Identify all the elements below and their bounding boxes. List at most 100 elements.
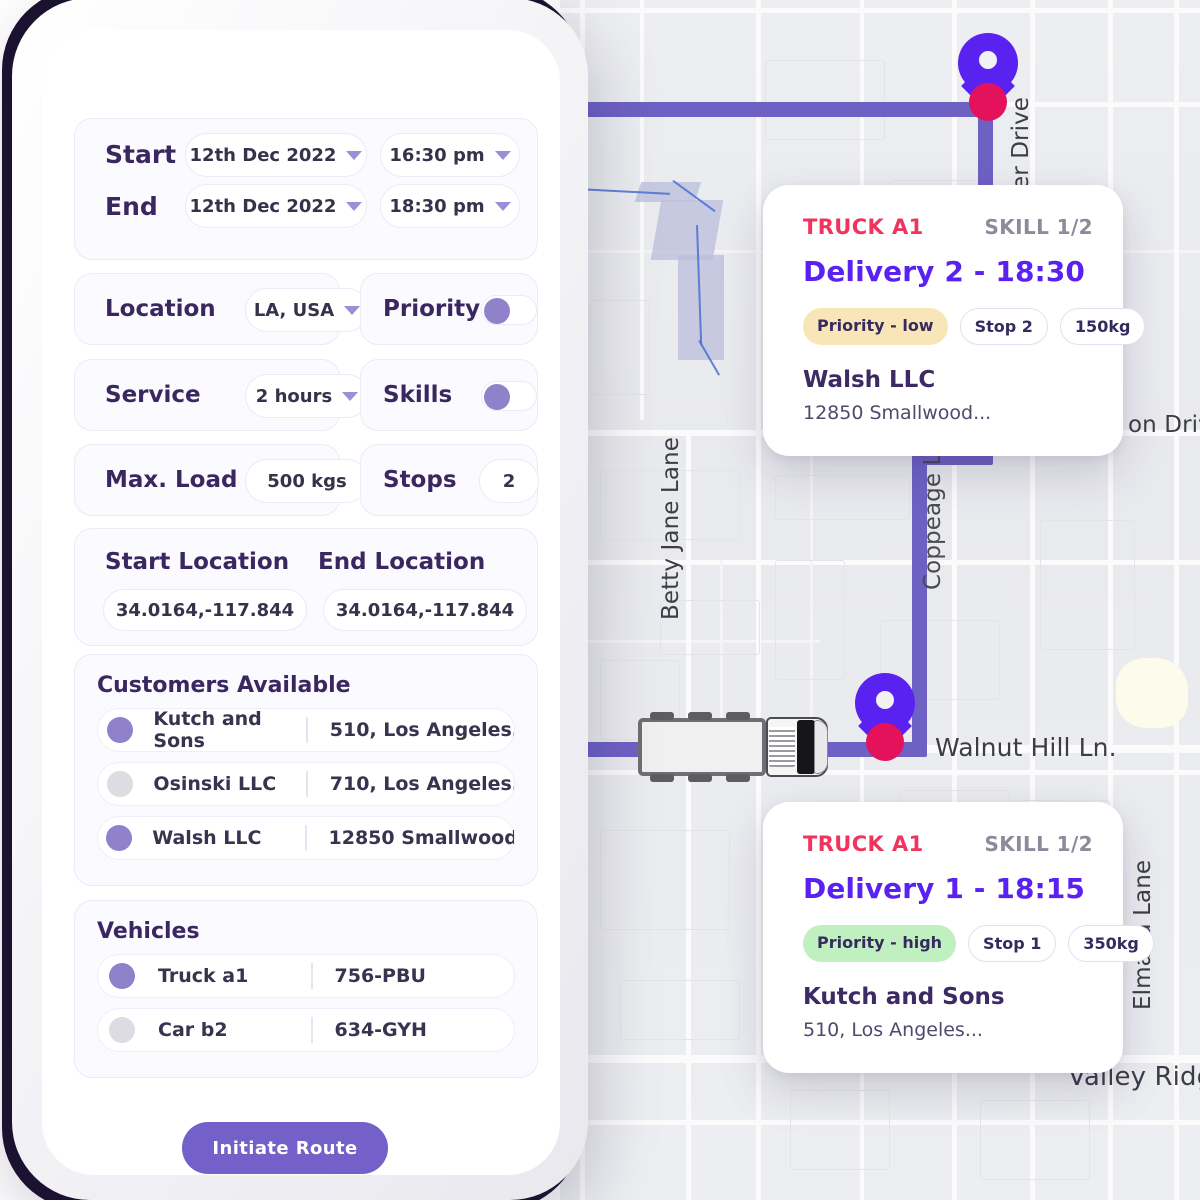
truck-grille <box>769 727 795 767</box>
chevron-down-icon <box>344 305 361 315</box>
vehicle-radio[interactable] <box>98 1017 146 1043</box>
service-select[interactable]: 2 hours <box>245 374 369 418</box>
delivery-card-header: TRUCK A1 SKILL 1/2 <box>803 215 1093 239</box>
vehicle-list-item[interactable]: Truck a1 756-PBU <box>97 954 515 998</box>
max-load-panel: Max. Load 500 kgs <box>74 444 369 516</box>
location-value: LA, USA <box>253 299 335 321</box>
truck-marker[interactable] <box>638 712 833 782</box>
delivery-chips: Priority - low Stop 2 150kg <box>803 308 1146 345</box>
customer-name: Walsh LLC <box>152 827 262 849</box>
weight-badge: 150kg <box>1059 308 1146 345</box>
pin-anchor-dot <box>969 83 1007 121</box>
street-label-on-drive: on Drive <box>1128 412 1200 438</box>
skills-panel: Skills <box>360 359 538 431</box>
chevron-down-icon <box>346 201 363 211</box>
skills-toggle[interactable] <box>481 381 537 411</box>
stop-badge: Stop 1 <box>968 925 1057 962</box>
end-location-label: End Location <box>318 549 486 575</box>
stops-panel: Stops 2 <box>360 444 539 516</box>
service-panel: Service 2 hours <box>74 359 369 431</box>
start-date-select[interactable]: 12th Dec 2022 <box>185 133 367 177</box>
map-pin-delivery-2[interactable] <box>958 33 1018 121</box>
map-park-area <box>1116 658 1188 728</box>
customer-list-item[interactable]: Kutch and Sons 510, Los Angeles... <box>97 708 515 752</box>
priority-toggle[interactable] <box>481 295 537 325</box>
max-load-input[interactable]: 500 kgs <box>245 459 369 503</box>
stops-label: Stops <box>383 467 457 493</box>
delivery-customer-address: 12850 Smallwood... <box>803 402 992 424</box>
customer-address: 710, Los Angeles... <box>329 773 514 795</box>
customer-address: 510, Los Angeles... <box>329 719 514 741</box>
customer-radio[interactable] <box>98 825 140 851</box>
delivery-skill-label: SKILL 1/2 <box>984 215 1093 239</box>
weight-badge: 350kg <box>1068 925 1154 962</box>
truck-trailer <box>638 718 766 776</box>
delivery-truck-label: TRUCK A1 <box>803 832 924 856</box>
priority-label: Priority <box>383 296 481 322</box>
end-location-input[interactable]: 34.0164,-117.844 <box>323 589 527 631</box>
delivery-chips: Priority - high Stop 1 350kg <box>803 925 1154 962</box>
delivery-customer-address: 510, Los Angeles... <box>803 1019 983 1041</box>
pin-hole <box>979 51 997 69</box>
location-panel: Location LA, USA <box>74 273 369 345</box>
customers-panel: Customers Available Kutch and Sons 510, … <box>74 654 538 886</box>
priority-panel: Priority <box>360 273 538 345</box>
delivery-card-header: TRUCK A1 SKILL 1/2 <box>803 832 1093 856</box>
skills-label: Skills <box>383 382 453 408</box>
truck-wheel <box>650 712 674 720</box>
end-date-value: 12th Dec 2022 <box>189 195 337 217</box>
customer-list-item[interactable]: Osinski LLC 710, Los Angeles... <box>97 762 515 806</box>
priority-badge: Priority - low <box>803 308 948 345</box>
customer-radio[interactable] <box>98 717 141 743</box>
map-pin-delivery-1[interactable] <box>855 673 915 761</box>
delivery-truck-label: TRUCK A1 <box>803 215 924 239</box>
truck-wheel <box>688 712 712 720</box>
toggle-knob <box>484 298 510 324</box>
vehicle-list-item[interactable]: Car b2 634-GYH <box>97 1008 515 1052</box>
vehicle-name: Truck a1 <box>158 965 249 987</box>
start-label: Start <box>105 140 177 169</box>
location-select[interactable]: LA, USA <box>245 288 369 332</box>
stops-value: 2 <box>502 470 516 492</box>
customer-name: Kutch and Sons <box>153 708 262 752</box>
locations-panel: Start Location End Location 34.0164,-117… <box>74 528 538 646</box>
priority-badge: Priority - high <box>803 925 957 962</box>
schedule-panel: Start 12th Dec 2022 16:30 pm End 12th De… <box>74 118 538 260</box>
truck-wheel <box>650 774 674 782</box>
max-load-value: 500 kgs <box>267 470 347 492</box>
end-date-select[interactable]: 12th Dec 2022 <box>185 184 367 228</box>
end-location-value: 34.0164,-117.844 <box>335 599 515 621</box>
max-load-label: Max. Load <box>105 467 238 493</box>
start-location-input[interactable]: 34.0164,-117.844 <box>103 589 307 631</box>
truck-wheel <box>726 712 750 720</box>
truck-nose <box>814 720 828 774</box>
vehicles-title: Vehicles <box>97 919 200 944</box>
location-label: Location <box>105 296 216 322</box>
chevron-down-icon <box>494 201 511 211</box>
truck-windshield <box>797 720 815 774</box>
service-label: Service <box>105 382 201 408</box>
customer-name: Osinski LLC <box>153 773 277 795</box>
chevron-down-icon <box>346 150 363 160</box>
end-time-select[interactable]: 18:30 pm <box>380 184 520 228</box>
vehicles-panel: Vehicles Truck a1 756-PBU Car b2 634-GYH <box>74 900 538 1078</box>
delivery-skill-label: SKILL 1/2 <box>984 832 1093 856</box>
delivery-customer-name: Kutch and Sons <box>803 984 1005 1010</box>
delivery-card-2[interactable]: TRUCK A1 SKILL 1/2 Delivery 2 - 18:30 Pr… <box>763 185 1146 456</box>
customer-radio[interactable] <box>98 771 141 797</box>
stops-input[interactable]: 2 <box>479 459 539 503</box>
customer-address: 12850 Smallwood... <box>328 827 514 849</box>
chevron-down-icon <box>342 391 359 401</box>
start-location-label: Start Location <box>105 549 290 575</box>
delivery-card-1[interactable]: TRUCK A1 SKILL 1/2 Delivery 1 - 18:15 Pr… <box>763 802 1154 1073</box>
street-label-betty-jane-lane: Betty Jane Lane <box>658 437 684 620</box>
customer-list-item[interactable]: Walsh LLC 12850 Smallwood... <box>97 816 515 860</box>
initiate-route-button[interactable]: Initiate Route <box>182 1122 388 1174</box>
start-location-value: 34.0164,-117.844 <box>115 599 295 621</box>
pin-hole <box>876 691 894 709</box>
delivery-customer-name: Walsh LLC <box>803 367 936 393</box>
vehicle-radio[interactable] <box>98 963 146 989</box>
end-time-value: 18:30 pm <box>389 195 485 217</box>
start-time-select[interactable]: 16:30 pm <box>380 133 520 177</box>
vehicle-name: Car b2 <box>158 1019 228 1041</box>
